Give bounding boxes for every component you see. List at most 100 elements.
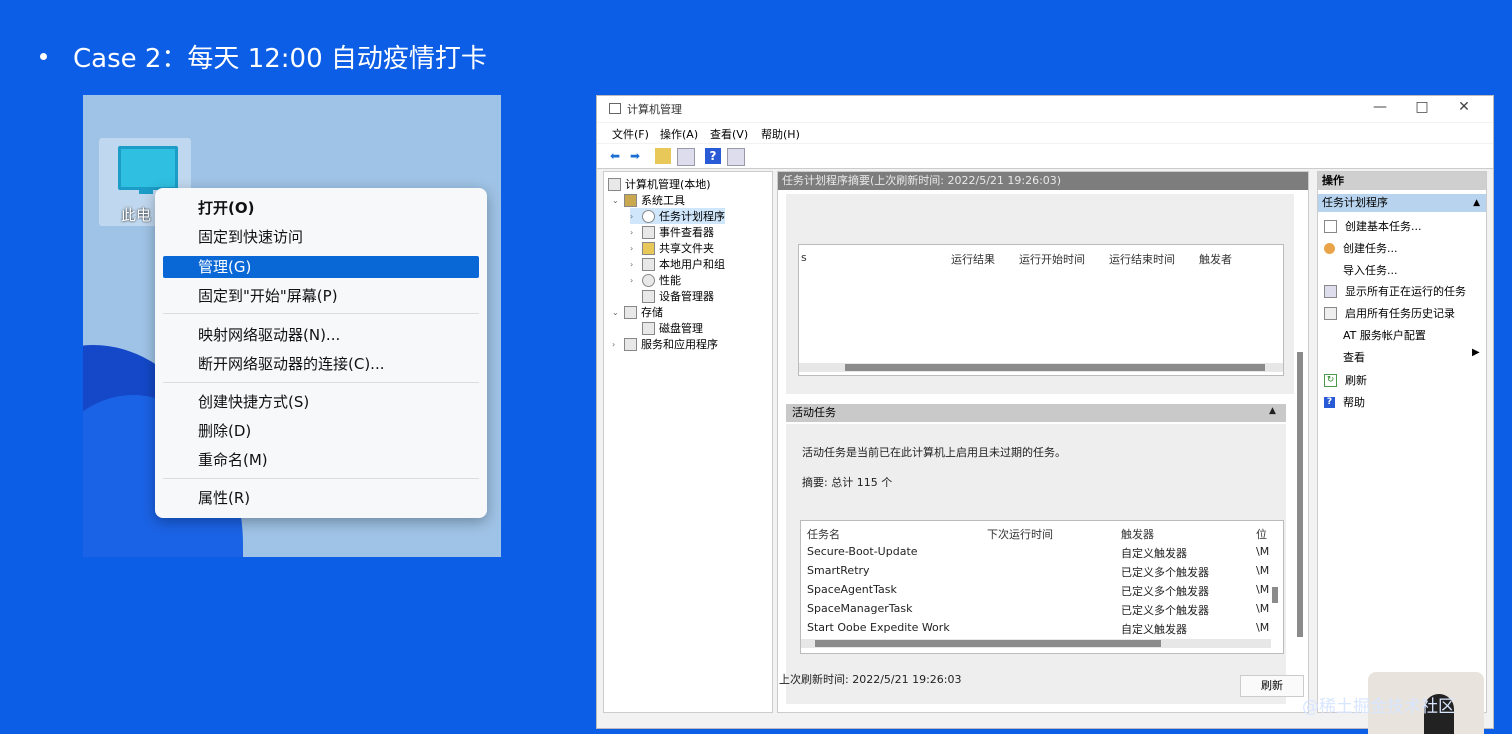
minimize-button[interactable]: —: [1365, 99, 1395, 115]
table-row[interactable]: SpaceAgentTask: [807, 583, 897, 596]
menu-bar: 文件(F) 操作(A) 查看(V) 帮助(H): [597, 123, 1493, 143]
close-button[interactable]: ✕: [1449, 99, 1479, 115]
vertical-scrollbar-thumb[interactable]: [1272, 587, 1278, 603]
scrollbar-thumb[interactable]: [845, 364, 1265, 371]
tree-item-shared-folders[interactable]: › 共享文件夹: [630, 240, 714, 256]
help-icon: ?: [1324, 396, 1335, 408]
action-create-basic-task[interactable]: 创建基本任务...: [1324, 218, 1422, 234]
scrollbar-thumb[interactable]: [1297, 352, 1303, 637]
action-label: 启用所有任务历史记录: [1345, 307, 1455, 320]
menu-item-map-drive[interactable]: 映射网络驱动器(N)...: [163, 324, 479, 346]
menu-separator: [163, 313, 479, 314]
navigation-tree: 计算机管理(本地) ⌄ 系统工具 › 任务计划程序 › 事件查看器 › 共享文件夹 › 本…: [603, 171, 773, 713]
this-pc-label: 此电: [121, 206, 152, 224]
actions-section-task-scheduler[interactable]: 任务计划程序 ▲: [1318, 194, 1486, 212]
tree-item-storage[interactable]: ⌄ 存储: [612, 304, 663, 320]
column-header-trigger[interactable]: 触发器: [1121, 526, 1154, 542]
collapse-caret-icon[interactable]: ▲: [1269, 406, 1276, 416]
action-view[interactable]: 查看: [1324, 349, 1365, 365]
table-cell-location: \M: [1256, 602, 1270, 615]
tree-item-device-manager[interactable]: 设备管理器: [642, 288, 714, 304]
expand-caret-icon[interactable]: ⌄: [612, 196, 620, 205]
action-refresh[interactable]: ↻ 刷新: [1324, 372, 1367, 388]
column-header-location[interactable]: 位: [1256, 526, 1267, 542]
services-icon: [624, 337, 637, 351]
action-at-service-config[interactable]: AT 服务帐户配置: [1324, 327, 1426, 343]
menu-item-disconnect-drive[interactable]: 断开网络驱动器的连接(C)...: [163, 353, 479, 375]
help-icon[interactable]: ?: [705, 148, 721, 164]
column-header-task-name[interactable]: 任务名: [807, 526, 840, 542]
menu-action[interactable]: 操作(A): [660, 126, 698, 142]
tree-item-system-tools[interactable]: ⌄ 系统工具: [612, 192, 685, 208]
view-icon: [1324, 352, 1335, 363]
center-vertical-scrollbar[interactable]: [1296, 352, 1304, 637]
task-count-summary: 摘要: 总计 115 个: [802, 476, 893, 489]
expand-caret-icon[interactable]: ›: [630, 244, 638, 253]
action-label: 创建基本任务...: [1345, 220, 1422, 233]
tree-item-disk-management[interactable]: 磁盘管理: [642, 320, 703, 336]
menu-help[interactable]: 帮助(H): [761, 126, 800, 142]
active-tasks-table[interactable]: 任务名 下次运行时间 触发器 位 Secure-Boot-Update 自定义触…: [800, 520, 1284, 654]
show-hide-tree-icon[interactable]: [677, 148, 695, 166]
tree-label: 设备管理器: [659, 290, 714, 303]
column-header[interactable]: s: [801, 251, 807, 264]
refresh-button[interactable]: 刷新: [1240, 675, 1304, 697]
slide-title-row: Case 2：每天 12:00 自动疫情打卡: [40, 38, 487, 75]
column-header-triggered-by[interactable]: 触发者: [1199, 251, 1232, 267]
column-header-run-end[interactable]: 运行结束时间: [1109, 251, 1175, 267]
forward-arrow-icon[interactable]: ➡: [627, 148, 643, 164]
tree-item-event-viewer[interactable]: › 事件查看器: [630, 224, 714, 240]
expand-caret-icon[interactable]: ›: [630, 228, 638, 237]
table-row[interactable]: SpaceManagerTask: [807, 602, 912, 615]
action-import-task[interactable]: 导入任务...: [1324, 262, 1398, 278]
column-header-next-run[interactable]: 下次运行时间: [987, 526, 1053, 542]
active-tasks-header[interactable]: 活动任务: [786, 404, 1286, 422]
horizontal-scrollbar[interactable]: [801, 639, 1271, 648]
tree-label: 任务计划程序: [659, 210, 725, 223]
back-arrow-icon[interactable]: ⬅: [607, 148, 623, 164]
action-enable-history[interactable]: 启用所有任务历史记录: [1324, 305, 1455, 321]
table-row[interactable]: Secure-Boot-Update: [807, 545, 918, 558]
menu-item-pin-start[interactable]: 固定到"开始"屏幕(P): [163, 285, 479, 307]
menu-item-manage[interactable]: 管理(G): [163, 256, 479, 278]
scrollbar-thumb[interactable]: [815, 640, 1161, 647]
storage-icon: [624, 305, 637, 319]
expand-caret-icon[interactable]: ›: [612, 340, 620, 349]
maximize-button[interactable]: □: [1407, 99, 1437, 115]
expand-caret-icon[interactable]: ›: [630, 260, 638, 269]
menu-item-create-shortcut[interactable]: 创建快捷方式(S): [163, 391, 479, 413]
tree-item-root[interactable]: 计算机管理(本地): [608, 176, 711, 192]
menu-item-properties[interactable]: 属性(R): [163, 487, 479, 509]
table-cell-trigger: 自定义触发器: [1121, 547, 1187, 560]
tree-item-task-scheduler[interactable]: › 任务计划程序: [630, 208, 725, 224]
column-header-run-start[interactable]: 运行开始时间: [1019, 251, 1085, 267]
up-folder-icon[interactable]: [655, 148, 671, 164]
menu-item-rename[interactable]: 重命名(M): [163, 449, 479, 471]
summary-header: 任务计划程序摘要(上次刷新时间: 2022/5/21 19:26:03): [778, 172, 1308, 190]
expand-caret-icon[interactable]: ›: [630, 276, 638, 285]
table-cell-location: \M: [1256, 564, 1270, 577]
tree-item-services-apps[interactable]: › 服务和应用程序: [612, 336, 718, 352]
column-header-run-result[interactable]: 运行结果: [951, 251, 995, 267]
expand-caret-icon[interactable]: ›: [630, 212, 638, 221]
task-status-grid[interactable]: s 运行结果 运行开始时间 运行结束时间 触发者: [798, 244, 1284, 376]
slide-title: Case 2：每天 12:00 自动疫情打卡: [73, 44, 487, 74]
action-create-task[interactable]: 创建任务...: [1324, 240, 1398, 256]
tree-item-local-users[interactable]: › 本地用户和组: [630, 256, 725, 272]
horizontal-scrollbar[interactable]: [799, 363, 1283, 372]
menu-view[interactable]: 查看(V): [710, 126, 748, 142]
action-show-running[interactable]: 显示所有正在运行的任务: [1324, 283, 1466, 299]
table-row[interactable]: SmartRetry: [807, 564, 870, 577]
expand-caret-icon[interactable]: ⌄: [612, 308, 620, 317]
bullet-icon: [40, 53, 47, 60]
menu-item-open[interactable]: 打开(O): [163, 197, 479, 219]
menu-file[interactable]: 文件(F): [612, 126, 649, 142]
table-row[interactable]: Start Oobe Expedite Work: [807, 621, 950, 634]
collapse-caret-icon[interactable]: ▲: [1473, 194, 1480, 212]
submenu-arrow-icon[interactable]: ▶: [1472, 347, 1480, 358]
menu-item-pin-quick-access[interactable]: 固定到快速访问: [163, 226, 479, 248]
show-action-pane-icon[interactable]: [727, 148, 745, 166]
tree-item-performance[interactable]: › 性能: [630, 272, 681, 288]
menu-item-delete[interactable]: 删除(D): [163, 420, 479, 442]
action-help[interactable]: ? 帮助: [1324, 394, 1365, 410]
